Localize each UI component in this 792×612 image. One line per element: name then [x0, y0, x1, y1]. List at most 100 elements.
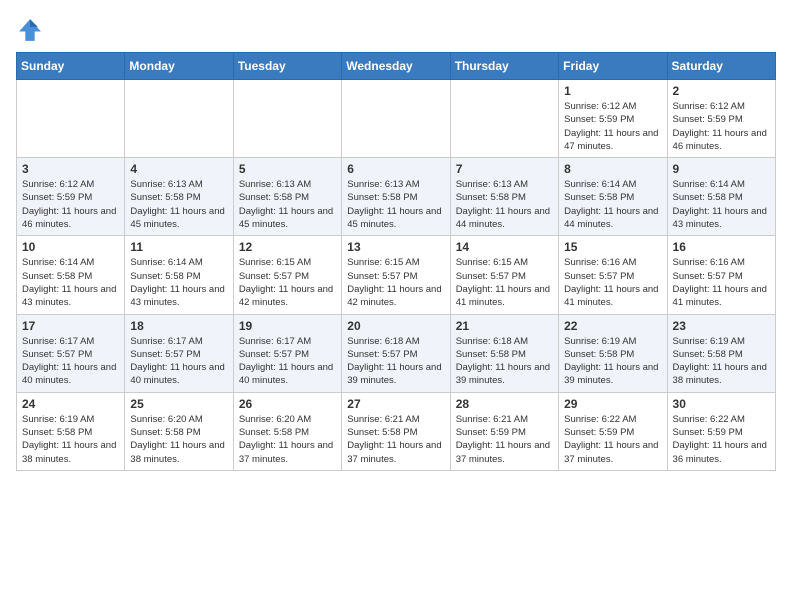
calendar-cell: 16 Sunrise: 6:16 AM Sunset: 5:57 PM Dayli…	[667, 236, 775, 314]
day-info: Sunrise: 6:22 AM Sunset: 5:59 PM Dayligh…	[673, 413, 770, 466]
calendar-cell: 12Sunrise: 6:15 AM Sunset: 5:57 PM Dayli…	[233, 236, 341, 314]
day-number: 3	[22, 162, 119, 176]
day-number: 27	[347, 397, 444, 411]
day-header-monday: Monday	[125, 53, 233, 80]
day-number: 21	[456, 319, 553, 333]
calendar-cell: 19 Sunrise: 6:17 AM Sunset: 5:57 PM Dayli…	[233, 314, 341, 392]
page-header	[16, 16, 776, 44]
calendar-cell: 22 Sunrise: 6:19 AM Sunset: 5:58 PM Dayli…	[559, 314, 667, 392]
day-number: 16	[673, 240, 770, 254]
calendar-header-row: SundayMondayTuesdayWednesdayThursdayFrid…	[17, 53, 776, 80]
calendar-cell: 30 Sunrise: 6:22 AM Sunset: 5:59 PM Dayli…	[667, 392, 775, 470]
day-number: 26	[239, 397, 336, 411]
logo-icon	[16, 16, 44, 44]
calendar-week-1: 1 Sunrise: 6:12 AM Sunset: 5:59 PM Daylig…	[17, 80, 776, 158]
day-info: Sunrise: 6:13 AM Sunset: 5:58 PM Dayligh…	[239, 178, 336, 231]
day-header-sunday: Sunday	[17, 53, 125, 80]
calendar-cell	[233, 80, 341, 158]
calendar-cell: 20 Sunrise: 6:18 AM Sunset: 5:57 PM Dayli…	[342, 314, 450, 392]
day-number: 2	[673, 84, 770, 98]
day-header-saturday: Saturday	[667, 53, 775, 80]
calendar-cell: 8 Sunrise: 6:14 AM Sunset: 5:58 PM Daylig…	[559, 158, 667, 236]
calendar-cell	[125, 80, 233, 158]
logo	[16, 16, 48, 44]
day-info: Sunrise: 6:14 AM Sunset: 5:58 PM Dayligh…	[673, 178, 770, 231]
day-info: Sunrise: 6:13 AM Sunset: 5:58 PM Dayligh…	[347, 178, 444, 231]
day-info: Sunrise: 6:22 AM Sunset: 5:59 PM Dayligh…	[564, 413, 661, 466]
day-info: Sunrise: 6:16 AM Sunset: 5:57 PM Dayligh…	[564, 256, 661, 309]
day-info: Sunrise: 6:18 AM Sunset: 5:57 PM Dayligh…	[347, 335, 444, 388]
day-number: 12	[239, 240, 336, 254]
calendar-cell: 6 Sunrise: 6:13 AM Sunset: 5:58 PM Daylig…	[342, 158, 450, 236]
calendar-cell: 10 Sunrise: 6:14 AM Sunset: 5:58 PM Dayli…	[17, 236, 125, 314]
calendar-cell: 4 Sunrise: 6:13 AM Sunset: 5:58 PM Daylig…	[125, 158, 233, 236]
calendar-cell: 9Sunrise: 6:14 AM Sunset: 5:58 PM Daylig…	[667, 158, 775, 236]
day-info: Sunrise: 6:14 AM Sunset: 5:58 PM Dayligh…	[130, 256, 227, 309]
day-number: 28	[456, 397, 553, 411]
day-number: 22	[564, 319, 661, 333]
calendar-week-5: 24 Sunrise: 6:19 AM Sunset: 5:58 PM Dayli…	[17, 392, 776, 470]
day-info: Sunrise: 6:13 AM Sunset: 5:58 PM Dayligh…	[130, 178, 227, 231]
day-info: Sunrise: 6:12 AM Sunset: 5:59 PM Dayligh…	[22, 178, 119, 231]
day-info: Sunrise: 6:19 AM Sunset: 5:58 PM Dayligh…	[22, 413, 119, 466]
day-info: Sunrise: 6:18 AM Sunset: 5:58 PM Dayligh…	[456, 335, 553, 388]
day-info: Sunrise: 6:17 AM Sunset: 5:57 PM Dayligh…	[130, 335, 227, 388]
day-number: 25	[130, 397, 227, 411]
calendar-week-4: 17 Sunrise: 6:17 AM Sunset: 5:57 PM Dayli…	[17, 314, 776, 392]
day-number: 19	[239, 319, 336, 333]
day-number: 17	[22, 319, 119, 333]
day-number: 6	[347, 162, 444, 176]
day-number: 4	[130, 162, 227, 176]
calendar-cell: 26Sunrise: 6:20 AM Sunset: 5:58 PM Dayli…	[233, 392, 341, 470]
day-info: Sunrise: 6:13 AM Sunset: 5:58 PM Dayligh…	[456, 178, 553, 231]
day-number: 18	[130, 319, 227, 333]
day-number: 5	[239, 162, 336, 176]
day-info: Sunrise: 6:12 AM Sunset: 5:59 PM Dayligh…	[673, 100, 770, 153]
day-number: 29	[564, 397, 661, 411]
day-info: Sunrise: 6:15 AM Sunset: 5:57 PM Dayligh…	[347, 256, 444, 309]
calendar-cell: 13 Sunrise: 6:15 AM Sunset: 5:57 PM Dayli…	[342, 236, 450, 314]
day-number: 8	[564, 162, 661, 176]
day-number: 30	[673, 397, 770, 411]
day-info: Sunrise: 6:19 AM Sunset: 5:58 PM Dayligh…	[673, 335, 770, 388]
calendar-cell: 5 Sunrise: 6:13 AM Sunset: 5:58 PM Daylig…	[233, 158, 341, 236]
day-info: Sunrise: 6:16 AM Sunset: 5:57 PM Dayligh…	[673, 256, 770, 309]
day-number: 1	[564, 84, 661, 98]
calendar-cell: 11 Sunrise: 6:14 AM Sunset: 5:58 PM Dayli…	[125, 236, 233, 314]
day-info: Sunrise: 6:21 AM Sunset: 5:58 PM Dayligh…	[347, 413, 444, 466]
day-number: 23	[673, 319, 770, 333]
day-info: Sunrise: 6:17 AM Sunset: 5:57 PM Dayligh…	[22, 335, 119, 388]
calendar-cell	[450, 80, 558, 158]
calendar-cell: 29 Sunrise: 6:22 AM Sunset: 5:59 PM Dayli…	[559, 392, 667, 470]
calendar-cell: 23 Sunrise: 6:19 AM Sunset: 5:58 PM Dayli…	[667, 314, 775, 392]
day-number: 10	[22, 240, 119, 254]
day-info: Sunrise: 6:21 AM Sunset: 5:59 PM Dayligh…	[456, 413, 553, 466]
calendar-cell: 28 Sunrise: 6:21 AM Sunset: 5:59 PM Dayli…	[450, 392, 558, 470]
calendar-cell: 2 Sunrise: 6:12 AM Sunset: 5:59 PM Daylig…	[667, 80, 775, 158]
calendar-cell: 15Sunrise: 6:16 AM Sunset: 5:57 PM Dayli…	[559, 236, 667, 314]
calendar-cell: 18 Sunrise: 6:17 AM Sunset: 5:57 PM Dayli…	[125, 314, 233, 392]
calendar-cell: 14Sunrise: 6:15 AM Sunset: 5:57 PM Dayli…	[450, 236, 558, 314]
day-info: Sunrise: 6:14 AM Sunset: 5:58 PM Dayligh…	[564, 178, 661, 231]
calendar-table: SundayMondayTuesdayWednesdayThursdayFrid…	[16, 52, 776, 471]
day-header-friday: Friday	[559, 53, 667, 80]
day-number: 13	[347, 240, 444, 254]
day-header-tuesday: Tuesday	[233, 53, 341, 80]
calendar-cell: 3 Sunrise: 6:12 AM Sunset: 5:59 PM Daylig…	[17, 158, 125, 236]
calendar-cell: 21 Sunrise: 6:18 AM Sunset: 5:58 PM Dayli…	[450, 314, 558, 392]
day-number: 20	[347, 319, 444, 333]
day-info: Sunrise: 6:19 AM Sunset: 5:58 PM Dayligh…	[564, 335, 661, 388]
day-header-wednesday: Wednesday	[342, 53, 450, 80]
day-info: Sunrise: 6:14 AM Sunset: 5:58 PM Dayligh…	[22, 256, 119, 309]
day-number: 24	[22, 397, 119, 411]
calendar-cell	[342, 80, 450, 158]
calendar-week-2: 3 Sunrise: 6:12 AM Sunset: 5:59 PM Daylig…	[17, 158, 776, 236]
day-info: Sunrise: 6:15 AM Sunset: 5:57 PM Dayligh…	[456, 256, 553, 309]
day-number: 11	[130, 240, 227, 254]
day-info: Sunrise: 6:12 AM Sunset: 5:59 PM Dayligh…	[564, 100, 661, 153]
day-header-thursday: Thursday	[450, 53, 558, 80]
calendar-cell: 17 Sunrise: 6:17 AM Sunset: 5:57 PM Dayli…	[17, 314, 125, 392]
day-info: Sunrise: 6:17 AM Sunset: 5:57 PM Dayligh…	[239, 335, 336, 388]
calendar-cell	[17, 80, 125, 158]
day-number: 7	[456, 162, 553, 176]
